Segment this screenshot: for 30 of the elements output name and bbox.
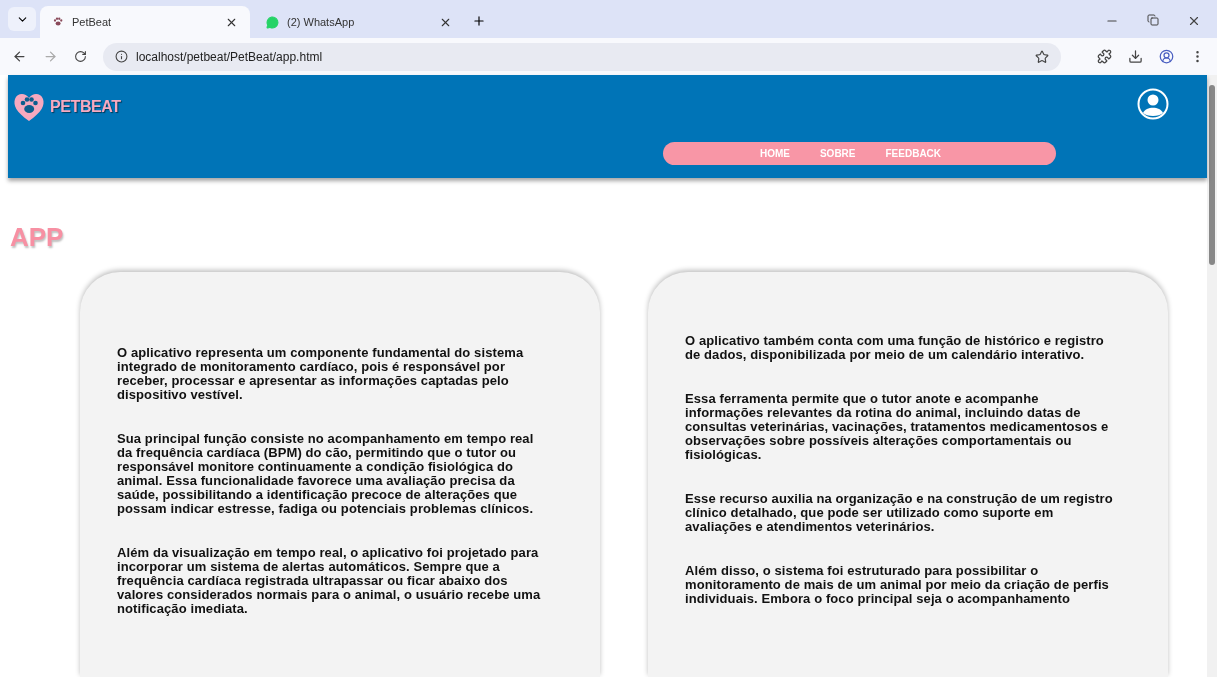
paw-icon: [52, 16, 64, 28]
logo-text: PETBEAT: [50, 97, 121, 117]
bookmark-star-icon[interactable]: [1035, 49, 1049, 64]
card-paragraph: Além da visualização em tempo real, o aplicativo foi projetado para incorporar um sistema de alertas automáticos. Sempre que a frequência cardíaca registrada ultrapassar ou ficar abaixo dos valores considerados normais para o animal, o usuário recebe uma notificação imediata.: [117, 546, 542, 616]
card-paragraph: Esse recurso auxilia na organização e na construção de um registro clínico detalhado, que pode ser utilizado como suporte em avaliações e atendimentos veterinários.: [685, 492, 1113, 534]
info-icon[interactable]: [115, 50, 128, 63]
address-bar[interactable]: localhost/petbeat/PetBeat/app.html: [103, 42, 1061, 71]
browser-tab[interactable]: (2) WhatsApp: [254, 6, 464, 38]
user-avatar-icon[interactable]: [1137, 88, 1169, 120]
card-paragraph: O aplicativo representa um componente fundamental do sistema integrado de monitoramento cardíaco, pois é responsável por receber, processar e apresentar as informações captadas pelo dispositivo vestível.: [117, 346, 525, 402]
close-icon[interactable]: [1187, 14, 1201, 28]
card-paragraph: Além disso, o sistema foi estruturado para possibilitar o monitoramento de mais de um animal por meio da criação de perfis individuais. Embora o foco principal seja o acompanhamento: [685, 564, 1110, 606]
heart-paw-logo-icon: [12, 91, 46, 123]
restore-icon[interactable]: [1147, 14, 1159, 26]
download-icon[interactable]: [1128, 49, 1143, 64]
extensions-icon[interactable]: [1097, 49, 1112, 64]
card-paragraph: Essa ferramenta permite que o tutor anote e acompanhe informações relevantes da rotina do animal, incluindo datas de consultas veterinárias, vacinações, tratamentos medicamentosos e observações sobre possíveis alterações comportamentais ou fisiológicas.: [685, 392, 1110, 462]
tab-title: (2) WhatsApp: [287, 14, 356, 30]
tab-title: PetBeat: [72, 14, 113, 30]
profile-icon[interactable]: [1159, 49, 1174, 64]
card-paragraph: Sua principal função consiste no acompanhamento em tempo real da frequência cardíaca (BPM) do cão, permitindo que o tutor ou responsável monitore continuamente a condição fisiológica do animal. Essa funcionalidade favorece uma avaliação precisa da saúde, possibilitando a identificação precoce de alterações que possam indicar estresse, fadiga ou potenciais problemas clínicos.: [117, 432, 535, 516]
back-icon[interactable]: [12, 49, 27, 64]
url-text: localhost/petbeat/PetBeat/app.html: [136, 48, 324, 66]
card-paragraph: O aplicativo também conta com uma função de histórico e registro de dados, disponibilizada por meio de um calendário interativo.: [685, 334, 1105, 362]
new-tab-icon[interactable]: [472, 14, 486, 28]
chat-icon: [266, 15, 279, 29]
reload-icon[interactable]: [74, 50, 87, 63]
browser-tab[interactable]: PetBeat: [40, 6, 250, 38]
scrollbar[interactable]: [1207, 75, 1217, 677]
page-title: APP: [10, 224, 64, 250]
